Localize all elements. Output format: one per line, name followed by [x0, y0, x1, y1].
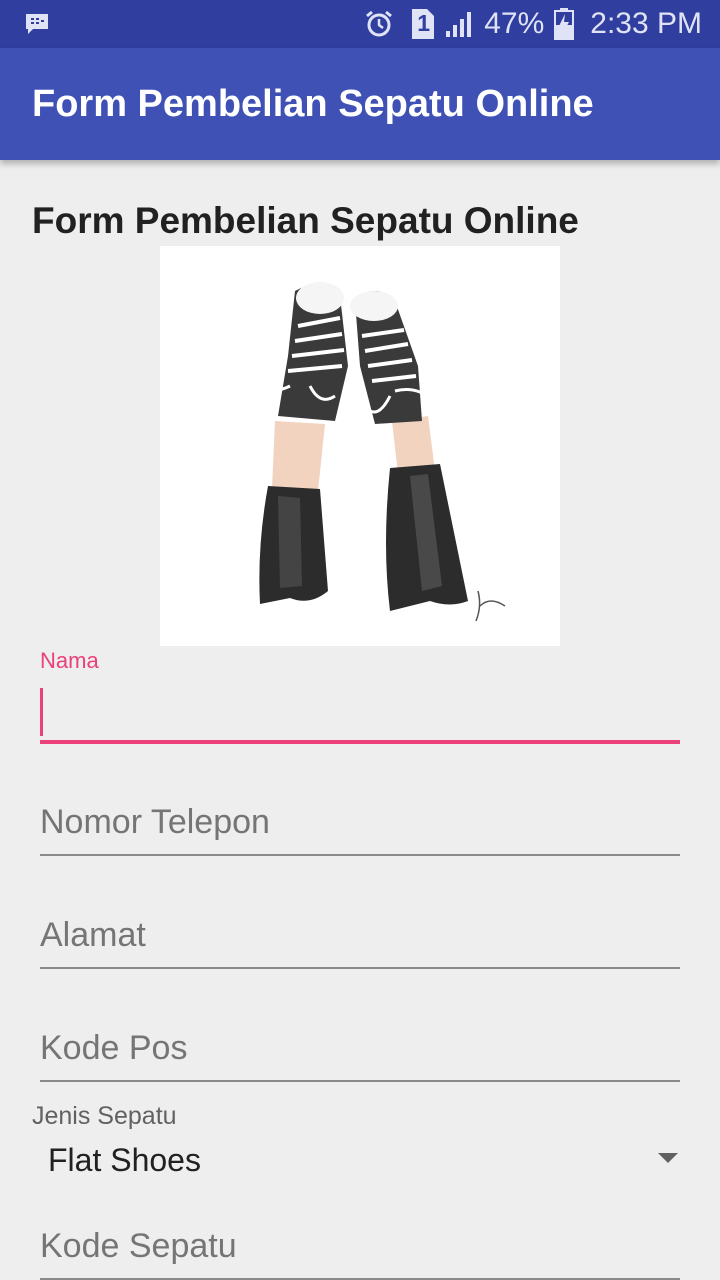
nama-label: Nama	[40, 648, 99, 673]
nama-field[interactable]: Nama	[40, 646, 680, 746]
jenis-sepatu-spinner[interactable]: Flat Shoes	[32, 1130, 688, 1190]
form-heading: Form Pembelian Sepatu Online	[32, 200, 579, 241]
kode-sepatu-input[interactable]	[40, 1218, 680, 1274]
battery-icon	[554, 8, 575, 40]
alamat-field[interactable]	[40, 903, 680, 973]
kode-pos-field[interactable]	[40, 1016, 680, 1086]
alarm-icon	[364, 9, 394, 39]
kode-pos-input[interactable]	[40, 1020, 680, 1076]
form-content[interactable]: Form Pembelian Sepatu Online Nama Nomor …	[0, 160, 720, 1280]
battery-percent: 47%	[484, 7, 545, 40]
jenis-sepatu-value: Flat Shoes	[48, 1141, 201, 1178]
bbm-icon	[24, 12, 50, 36]
app-bar: Form Pembelian Sepatu Online	[0, 48, 720, 160]
kode-pos-underline	[40, 1080, 680, 1082]
alamat-underline	[40, 967, 680, 969]
jenis-sepatu-label: Jenis Sepatu	[32, 1102, 177, 1130]
sim-number: 1	[417, 10, 431, 36]
sneakers-image	[160, 246, 560, 646]
app-bar-title: Form Pembelian Sepatu Online	[32, 82, 594, 125]
clock: 2:33 PM	[590, 7, 702, 40]
alamat-input[interactable]	[40, 907, 680, 963]
nama-input[interactable]	[40, 686, 680, 738]
status-bar: 1 47% 2:33 PM	[0, 0, 720, 48]
kode-sepatu-field[interactable]	[40, 1214, 680, 1280]
nomor-telepon-input[interactable]	[40, 794, 680, 850]
nomor-telepon-field[interactable]	[40, 790, 680, 860]
nomor-telepon-underline	[40, 854, 680, 856]
dropdown-arrow-icon	[656, 1151, 680, 1170]
nama-underline	[40, 740, 680, 744]
sim-icon: 1	[410, 9, 435, 39]
signal-icon	[444, 9, 474, 39]
